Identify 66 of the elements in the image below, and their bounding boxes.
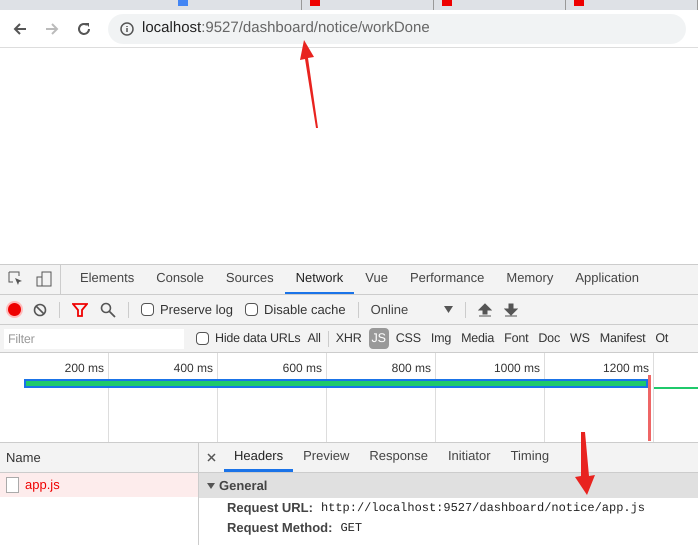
type-filter[interactable]: CSS (392, 328, 424, 349)
devtools-tab[interactable]: Elements (69, 264, 146, 294)
expand-icon (207, 482, 215, 488)
type-filter[interactable]: Font (501, 328, 532, 349)
column-header: Name (0, 443, 198, 473)
close-icon (207, 452, 216, 462)
header-value: http://localhost:9527/dashboard/notice/app.js (320, 500, 646, 517)
time-tick: 1000 ms (494, 360, 540, 377)
filter-icon[interactable] (72, 302, 88, 316)
load-marker (648, 375, 651, 441)
search-icon[interactable] (100, 302, 116, 318)
clear-icon[interactable] (33, 302, 47, 316)
type-filter[interactable]: XHR (332, 328, 365, 349)
file-icon (6, 477, 19, 493)
devtools-tab[interactable]: Application (564, 264, 650, 294)
header-key: Request URL: (227, 498, 313, 518)
type-filter[interactable]: WS (567, 328, 593, 349)
checkbox-label: Preserve log (160, 300, 233, 319)
header-value: GET (340, 520, 362, 537)
devtools-tab[interactable]: Sources (214, 264, 285, 294)
checkbox[interactable]: Disable cache (244, 300, 346, 320)
info-icon (120, 22, 134, 36)
detail-tab[interactable]: Preview (293, 442, 360, 472)
type-filter[interactable]: Doc (535, 328, 563, 349)
devtools-tab[interactable]: Performance (398, 264, 496, 294)
type-filter[interactable]: Img (428, 328, 454, 349)
device-icon[interactable] (36, 271, 52, 287)
detail-tab[interactable]: Response (359, 442, 438, 472)
type-filter[interactable]: Media (458, 328, 498, 349)
record-icon[interactable] (8, 303, 21, 316)
favicon-icon (574, 0, 584, 6)
address-bar[interactable]: localhost:9527/dashboard/notice/workDone (108, 14, 686, 44)
type-filter[interactable]: Ot (652, 328, 672, 349)
type-filter[interactable]: All (304, 328, 324, 349)
throttle-dropdown[interactable]: Online (370, 300, 454, 320)
time-tick: 1200 ms (602, 360, 649, 377)
checkbox[interactable]: Hide data URLs (196, 329, 300, 348)
detail-tab[interactable]: Timing (500, 442, 560, 472)
download-icon[interactable] (504, 302, 518, 316)
url-text: localhost:9527/dashboard/notice/workDone (142, 18, 430, 38)
filter-field[interactable]: Filter (4, 328, 184, 348)
inspect-icon[interactable] (8, 271, 24, 287)
request-row[interactable]: app.js (0, 473, 198, 497)
checkbox-label: Disable cache (264, 300, 346, 319)
time-tick: 400 ms (174, 360, 213, 377)
annotation-arrow (573, 432, 597, 496)
time-tick: 800 ms (392, 360, 431, 377)
type-filter[interactable]: Manifest (596, 328, 648, 349)
checkbox[interactable]: Preserve log (141, 300, 233, 320)
header-key: Request Method: (227, 518, 332, 538)
favicon-icon (178, 0, 188, 6)
favicon-icon (310, 0, 320, 6)
caret-icon (444, 306, 454, 313)
time-tick: 200 ms (64, 360, 104, 377)
favicon-icon (442, 0, 452, 6)
detail-tab[interactable]: Initiator (438, 442, 501, 472)
devtools-tab[interactable]: Console (145, 264, 215, 294)
finish-line (654, 387, 698, 389)
devtools-tab[interactable]: Vue (354, 264, 399, 294)
section-header[interactable]: General (199, 473, 698, 498)
devtools-tab[interactable]: Memory (495, 264, 564, 294)
time-tick: 600 ms (282, 360, 322, 377)
reload-icon[interactable] (76, 20, 92, 36)
checkbox-label: Hide data URLs (215, 330, 300, 348)
back-icon[interactable] (12, 20, 28, 36)
upload-icon[interactable] (478, 302, 492, 316)
